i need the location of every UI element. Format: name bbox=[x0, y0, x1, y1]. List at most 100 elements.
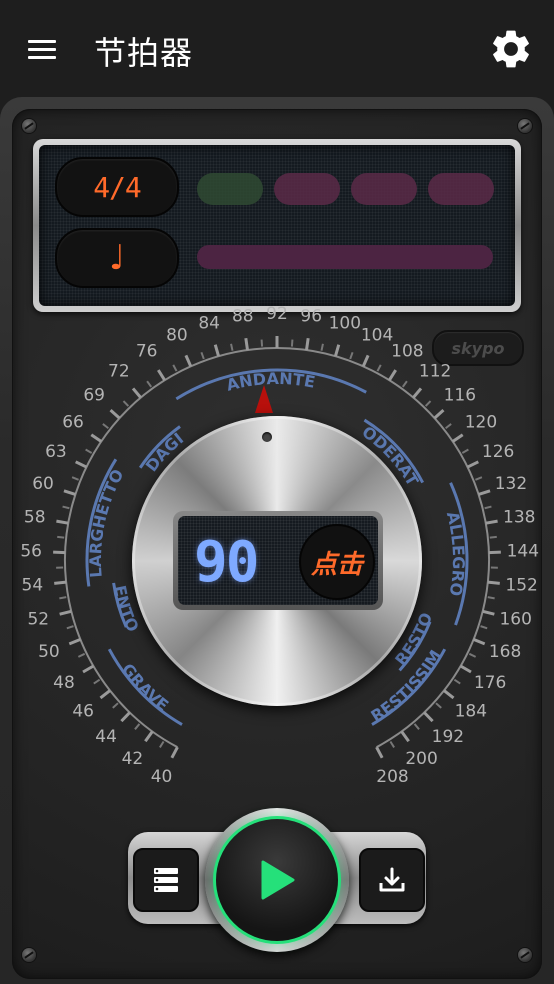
play-button[interactable] bbox=[213, 816, 341, 944]
screw bbox=[518, 948, 532, 962]
tempo-name-label: GRAVE bbox=[118, 660, 172, 715]
subdivision-bar bbox=[197, 245, 493, 269]
minor-tick bbox=[62, 505, 70, 510]
minor-tick bbox=[172, 364, 178, 372]
beat-indicator bbox=[351, 173, 417, 205]
gear-icon[interactable] bbox=[488, 26, 534, 72]
tempo-scale-label: 132 bbox=[495, 474, 527, 494]
minor-tick bbox=[461, 448, 469, 454]
major-tick bbox=[443, 689, 455, 700]
major-tick bbox=[56, 519, 69, 525]
tempo-scale-label: 46 bbox=[72, 701, 94, 721]
beat-indicator bbox=[197, 173, 263, 205]
playlist-button[interactable] bbox=[133, 848, 199, 912]
tempo-scale-label: 60 bbox=[32, 474, 54, 494]
save-button[interactable] bbox=[359, 848, 425, 912]
note-value-button[interactable]: ♩ bbox=[55, 228, 179, 288]
bpm-screen: 90 点击 bbox=[178, 516, 378, 605]
major-tick bbox=[482, 609, 495, 616]
major-tick bbox=[388, 369, 397, 382]
major-tick bbox=[75, 460, 88, 469]
major-tick bbox=[82, 664, 95, 674]
minor-tick bbox=[445, 423, 452, 430]
minor-tick bbox=[487, 596, 495, 600]
tempo-scale-label: 80 bbox=[166, 325, 188, 345]
tempo-scale-label: 48 bbox=[53, 673, 75, 693]
tempo-name-label: ALLEGRO bbox=[443, 509, 468, 597]
major-tick bbox=[466, 460, 479, 469]
bpm-screen-frame: 90 点击 bbox=[173, 511, 383, 610]
tempo-scale-label: 42 bbox=[122, 749, 144, 769]
major-tick bbox=[213, 344, 221, 357]
minor-tick bbox=[66, 625, 74, 630]
tempo-scale-label: 126 bbox=[482, 442, 514, 462]
tempo-scale-label: 40 bbox=[151, 767, 173, 787]
tempo-scale-label: 56 bbox=[20, 541, 42, 561]
tempo-scale-label: 108 bbox=[391, 341, 423, 361]
major-tick bbox=[305, 337, 310, 351]
menu-button[interactable] bbox=[22, 30, 62, 70]
minor-tick bbox=[424, 400, 432, 407]
major-tick bbox=[400, 730, 410, 743]
tempo-scale-label: 54 bbox=[22, 576, 44, 596]
tempo-scale-label: 200 bbox=[405, 749, 437, 769]
major-tick bbox=[109, 409, 121, 420]
minor-tick bbox=[93, 678, 101, 685]
page-title: 节拍器 bbox=[94, 34, 194, 72]
major-tick bbox=[361, 354, 370, 367]
tempo-scale-label: 152 bbox=[505, 576, 537, 596]
tempo-scale-label: 138 bbox=[503, 507, 535, 527]
tempo-scale-label: 96 bbox=[300, 306, 322, 326]
tempo-scale-label: 69 bbox=[83, 385, 105, 405]
time-signature-button[interactable]: 4/4 bbox=[55, 157, 179, 217]
tempo-scale-label: 116 bbox=[444, 385, 476, 405]
tempo-scale-label: 160 bbox=[499, 610, 531, 630]
minor-tick bbox=[85, 448, 93, 454]
bpm-value: 90 bbox=[194, 530, 259, 595]
tempo-scale-label: 72 bbox=[108, 362, 130, 382]
minor-tick bbox=[349, 351, 354, 360]
minor-tick bbox=[77, 652, 86, 658]
major-tick bbox=[423, 711, 434, 723]
tempo-scale-label: 144 bbox=[507, 541, 539, 561]
tempo-scale-label: 112 bbox=[419, 362, 451, 382]
minor-tick bbox=[200, 351, 205, 360]
minor-tick bbox=[71, 476, 79, 481]
tempo-name-label: LARGHETTO bbox=[86, 466, 127, 578]
minor-tick bbox=[57, 535, 65, 539]
tempo-scale-label: 192 bbox=[432, 727, 464, 747]
tempo-scale-label: 184 bbox=[455, 701, 487, 721]
minor-tick bbox=[484, 505, 492, 510]
tempo-scale-label: 44 bbox=[95, 727, 117, 747]
screw bbox=[518, 119, 532, 133]
minor-tick bbox=[413, 723, 420, 730]
tempo-scale-label: 208 bbox=[376, 767, 408, 787]
minor-tick bbox=[435, 702, 442, 709]
app-bar: 节拍器 bbox=[0, 0, 554, 100]
minor-tick bbox=[59, 596, 67, 600]
tempo-scale-label: 176 bbox=[474, 673, 506, 693]
tempo-scale-label: 52 bbox=[27, 610, 49, 630]
lcd-frame: 4/4 ♩ bbox=[33, 139, 521, 312]
minor-tick bbox=[320, 343, 324, 351]
tap-tempo-button[interactable]: 点击 bbox=[299, 524, 375, 600]
tempo-scale-label: 104 bbox=[361, 325, 393, 345]
dial-pointer bbox=[255, 385, 273, 413]
beat-indicator bbox=[428, 173, 494, 205]
major-tick bbox=[144, 730, 154, 743]
major-tick bbox=[54, 580, 67, 585]
tempo-scale-label: 50 bbox=[38, 642, 60, 662]
tempo-scale-label: 92 bbox=[266, 304, 288, 324]
tempo-scale-label: 58 bbox=[24, 507, 46, 527]
major-tick bbox=[451, 433, 464, 443]
minor-tick bbox=[376, 364, 382, 372]
download-icon bbox=[379, 867, 405, 892]
knob-indicator-dot bbox=[262, 432, 272, 442]
minor-tick bbox=[146, 380, 153, 388]
minor-tick bbox=[401, 380, 408, 388]
screw bbox=[22, 119, 36, 133]
tempo-scale-label: 66 bbox=[62, 412, 84, 432]
minor-tick bbox=[230, 343, 234, 351]
major-tick bbox=[485, 519, 498, 525]
list-icon bbox=[154, 868, 178, 892]
